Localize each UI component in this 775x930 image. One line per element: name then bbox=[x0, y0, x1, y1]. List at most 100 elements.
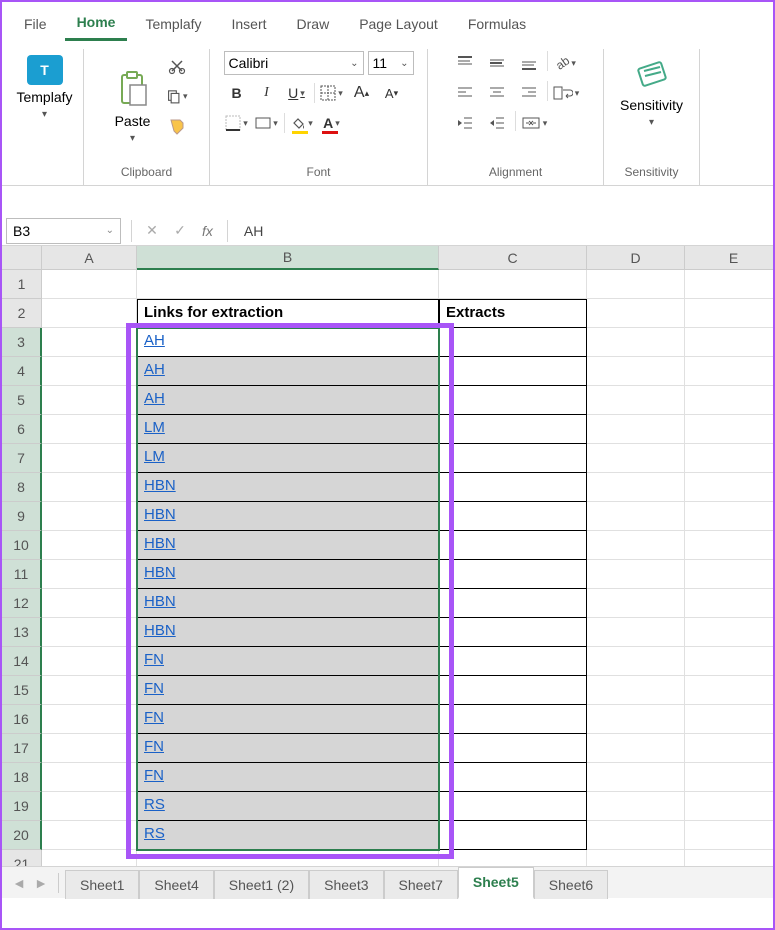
cell-A2[interactable] bbox=[42, 299, 137, 328]
cell-E21[interactable] bbox=[685, 850, 773, 866]
row-header-19[interactable]: 19 bbox=[2, 792, 42, 821]
cell-D4[interactable] bbox=[587, 357, 685, 386]
cell-B6[interactable]: LM bbox=[137, 415, 439, 444]
row-header-17[interactable]: 17 bbox=[2, 734, 42, 763]
cell-E9[interactable] bbox=[685, 502, 773, 531]
cell-D21[interactable] bbox=[587, 850, 685, 866]
cell-D2[interactable] bbox=[587, 299, 685, 328]
align-bottom-button[interactable] bbox=[515, 51, 543, 75]
cell-B12[interactable]: HBN bbox=[137, 589, 439, 618]
row-header-12[interactable]: 12 bbox=[2, 589, 42, 618]
hyperlink[interactable]: FN bbox=[144, 709, 164, 726]
cell-E8[interactable] bbox=[685, 473, 773, 502]
cell-C10[interactable] bbox=[439, 531, 587, 560]
hyperlink[interactable]: HBN bbox=[144, 622, 176, 639]
cell-D11[interactable] bbox=[587, 560, 685, 589]
cell-B8[interactable]: HBN bbox=[137, 473, 439, 502]
cell-E16[interactable] bbox=[685, 705, 773, 734]
cell-C8[interactable] bbox=[439, 473, 587, 502]
col-header-c[interactable]: C bbox=[439, 246, 587, 270]
enter-formula-button[interactable]: ✓ bbox=[166, 218, 194, 244]
col-header-d[interactable]: D bbox=[587, 246, 685, 270]
cell-D14[interactable] bbox=[587, 647, 685, 676]
cell-C7[interactable] bbox=[439, 444, 587, 473]
cell-E13[interactable] bbox=[685, 618, 773, 647]
cell-E3[interactable] bbox=[685, 328, 773, 357]
cell-C5[interactable] bbox=[439, 386, 587, 415]
cell-D16[interactable] bbox=[587, 705, 685, 734]
cell-E4[interactable] bbox=[685, 357, 773, 386]
cell-D10[interactable] bbox=[587, 531, 685, 560]
cell-A4[interactable] bbox=[42, 357, 137, 386]
underline-button[interactable]: U▾ bbox=[284, 81, 310, 105]
cell-A6[interactable] bbox=[42, 415, 137, 444]
hyperlink[interactable]: HBN bbox=[144, 477, 176, 494]
cell-E15[interactable] bbox=[685, 676, 773, 705]
select-all-button[interactable] bbox=[2, 246, 42, 270]
cell-D3[interactable] bbox=[587, 328, 685, 357]
cell-B19[interactable]: RS bbox=[137, 792, 439, 821]
fx-icon[interactable]: fx bbox=[194, 223, 221, 239]
align-left-button[interactable] bbox=[451, 81, 479, 105]
cut-button[interactable] bbox=[166, 55, 188, 77]
copy-button[interactable]: ▾ bbox=[166, 85, 188, 107]
hyperlink[interactable]: FN bbox=[144, 651, 164, 668]
cell-B13[interactable]: HBN bbox=[137, 618, 439, 647]
templafy-button[interactable]: T Templafy ▾ bbox=[8, 51, 80, 124]
more-button[interactable] bbox=[695, 51, 735, 93]
bold-button[interactable]: B bbox=[224, 81, 250, 105]
cell-A10[interactable] bbox=[42, 531, 137, 560]
row-header-14[interactable]: 14 bbox=[2, 647, 42, 676]
cell-E1[interactable] bbox=[685, 270, 773, 299]
cell-B20[interactable]: RS bbox=[137, 821, 439, 850]
orientation-button[interactable]: ab▾ bbox=[552, 51, 580, 75]
cell-E17[interactable] bbox=[685, 734, 773, 763]
row-header-6[interactable]: 6 bbox=[2, 415, 42, 444]
cell-D7[interactable] bbox=[587, 444, 685, 473]
row-header-3[interactable]: 3 bbox=[2, 328, 42, 357]
cell-C3[interactable] bbox=[439, 328, 587, 357]
decrease-font-button[interactable]: A▾ bbox=[379, 81, 405, 105]
cell-C6[interactable] bbox=[439, 415, 587, 444]
merge-center-button[interactable]: ▾ bbox=[520, 111, 548, 135]
cell-C13[interactable] bbox=[439, 618, 587, 647]
cell-D18[interactable] bbox=[587, 763, 685, 792]
hyperlink[interactable]: FN bbox=[144, 738, 164, 755]
cell-D8[interactable] bbox=[587, 473, 685, 502]
sheet-tab-sheet7[interactable]: Sheet7 bbox=[384, 870, 458, 899]
cell-E7[interactable] bbox=[685, 444, 773, 473]
hyperlink[interactable]: LM bbox=[144, 448, 165, 465]
row-header-13[interactable]: 13 bbox=[2, 618, 42, 647]
align-center-button[interactable] bbox=[483, 81, 511, 105]
hyperlink[interactable]: FN bbox=[144, 680, 164, 697]
cell-A11[interactable] bbox=[42, 560, 137, 589]
cell-C14[interactable] bbox=[439, 647, 587, 676]
tab-page-layout[interactable]: Page Layout bbox=[347, 8, 450, 40]
cell-A16[interactable] bbox=[42, 705, 137, 734]
cell-C1[interactable] bbox=[439, 270, 587, 299]
cell-C4[interactable] bbox=[439, 357, 587, 386]
cell-A20[interactable] bbox=[42, 821, 137, 850]
hyperlink[interactable]: LM bbox=[144, 419, 165, 436]
hyperlink[interactable]: FN bbox=[144, 767, 164, 784]
hyperlink[interactable]: AH bbox=[144, 390, 165, 407]
cell-D15[interactable] bbox=[587, 676, 685, 705]
row-header-1[interactable]: 1 bbox=[2, 270, 42, 299]
cell-B16[interactable]: FN bbox=[137, 705, 439, 734]
hyperlink[interactable]: AH bbox=[144, 361, 165, 378]
font-color-button[interactable]: A▾ bbox=[319, 111, 345, 135]
sheet-tab-sheet4[interactable]: Sheet4 bbox=[139, 870, 213, 899]
cell-C12[interactable] bbox=[439, 589, 587, 618]
row-header-10[interactable]: 10 bbox=[2, 531, 42, 560]
cell-A9[interactable] bbox=[42, 502, 137, 531]
font-name-select[interactable]: Calibri ⌄ bbox=[224, 51, 364, 75]
border-button[interactable]: ▾ bbox=[319, 81, 345, 105]
paste-button[interactable]: Paste ▾ bbox=[106, 51, 160, 163]
hyperlink[interactable]: HBN bbox=[144, 564, 176, 581]
sheet-tab-sheet1-2-[interactable]: Sheet1 (2) bbox=[214, 870, 309, 899]
cell-B9[interactable]: HBN bbox=[137, 502, 439, 531]
cell-E14[interactable] bbox=[685, 647, 773, 676]
cell-B15[interactable]: FN bbox=[137, 676, 439, 705]
cell-C16[interactable] bbox=[439, 705, 587, 734]
cell-B17[interactable]: FN bbox=[137, 734, 439, 763]
